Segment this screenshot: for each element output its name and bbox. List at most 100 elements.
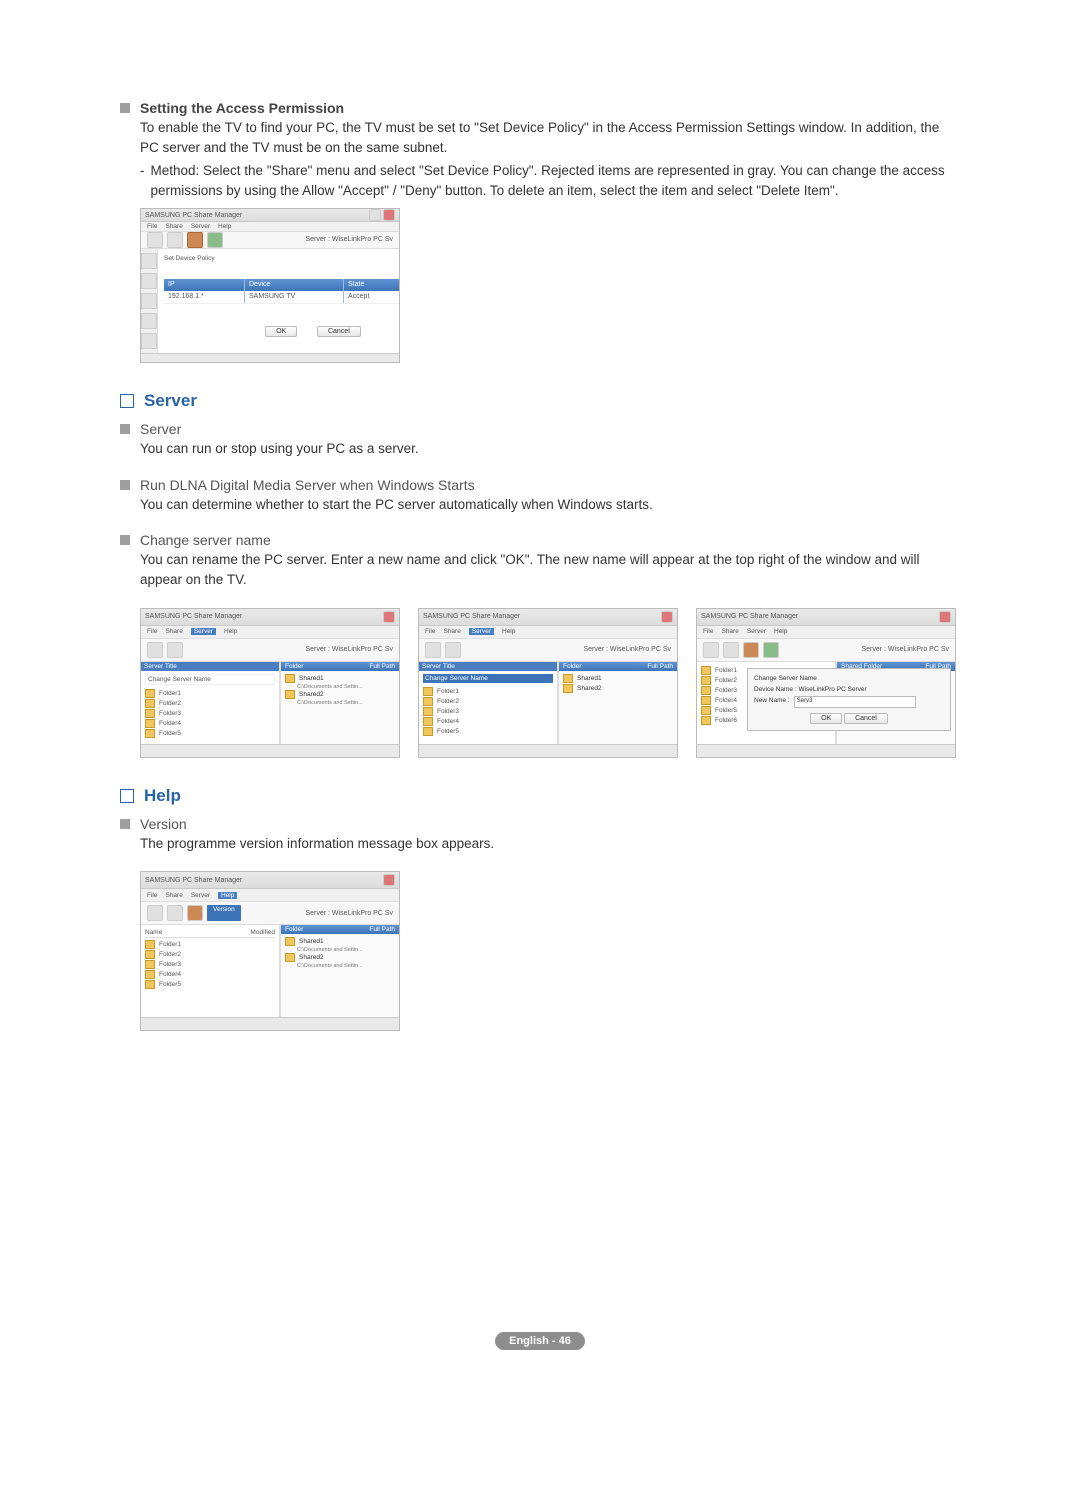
menu-share: Share: [165, 223, 182, 230]
status-bar: [141, 353, 399, 363]
list-item: Folder1: [145, 689, 275, 698]
folder-label: Folder1: [715, 667, 737, 674]
page-footer: English - 46: [120, 1331, 960, 1350]
window-close-icon: [383, 874, 395, 886]
folder-label: Folder5: [437, 728, 459, 735]
screenshot-rename-3: SAMSUNG PC Share Manager File Share Serv…: [696, 608, 956, 758]
menu-help: Help: [218, 223, 231, 230]
shared-path: C:\Documents and Settin...: [297, 963, 395, 969]
sidebar-icon: [141, 293, 157, 309]
access-permission-item: Setting the Access Permission To enable …: [120, 100, 960, 363]
window-close-icon: [939, 611, 951, 623]
list-item: Folder2: [145, 950, 275, 959]
menu-help: Help: [774, 628, 787, 635]
toolbar-icon: [703, 642, 719, 658]
menu-server-open: Server: [191, 628, 216, 635]
menu-file: File: [147, 628, 157, 635]
ok-button: OK: [810, 713, 842, 724]
toolbar-icon: [147, 905, 163, 921]
server-label: Server :: [583, 646, 608, 653]
new-name-input: Serv3: [794, 696, 916, 708]
shared-row: Shared1: [285, 674, 395, 683]
menu-share: Share: [165, 892, 182, 899]
ok-button: OK: [265, 326, 297, 337]
menu-file: File: [147, 892, 157, 899]
screenshot-version: SAMSUNG PC Share Manager File Share Serv…: [140, 871, 400, 1031]
panel-title: Set Device Policy: [164, 255, 400, 262]
folder-icon: [701, 666, 711, 675]
menu-server: Server: [191, 223, 210, 230]
menu-share: Share: [443, 628, 460, 635]
change-server-name-option: Change Server Name: [145, 674, 275, 685]
window-close-icon: [383, 611, 395, 623]
list-item: Folder5: [145, 980, 275, 989]
folder-icon: [145, 709, 155, 718]
menu-share: Share: [165, 628, 182, 635]
menu-file: File: [147, 223, 157, 230]
folder-label: Folder2: [715, 677, 737, 684]
run-dlna-title: Run DLNA Digital Media Server when Windo…: [140, 477, 475, 493]
window-title: SAMSUNG PC Share Manager: [145, 613, 242, 620]
folder-label: Folder3: [159, 710, 181, 717]
col-state: State: [344, 279, 400, 291]
run-dlna-body: You can determine whether to start the P…: [140, 495, 960, 515]
rename-dialog: Change Server Name Device Name : WiseLin…: [747, 668, 951, 731]
col-full-path: Full Path: [369, 663, 395, 670]
version-menu-item: Version: [207, 905, 241, 921]
device-name-label: Device Name :: [754, 686, 797, 693]
screenshot-rename-1: SAMSUNG PC Share Manager File Share Serv…: [140, 608, 400, 758]
sidebar-icon: [141, 273, 157, 289]
server-item-title: Server: [140, 421, 181, 437]
folder-icon: [701, 706, 711, 715]
shared-row: Shared2: [285, 953, 395, 962]
folder-icon: [701, 676, 711, 685]
dropdown-server-title: Server Title: [141, 662, 279, 671]
folder-label: Folder5: [159, 981, 181, 988]
status-bar: [697, 744, 955, 757]
folder-label: Folder3: [437, 708, 459, 715]
folder-label: Folder3: [715, 687, 737, 694]
square-bullet-icon: [120, 819, 130, 829]
folder-icon: [145, 960, 155, 969]
folder-icon: [701, 696, 711, 705]
new-name-label: New Name :: [754, 697, 790, 704]
window-close-icon: [383, 209, 395, 221]
change-name-body: You can rename the PC server. Enter a ne…: [140, 550, 960, 589]
status-bar: [141, 744, 399, 757]
device-name-value: WiseLinkPro PC Server: [798, 686, 866, 693]
version-body: The programme version information messag…: [140, 834, 960, 854]
folder-label: Folder5: [159, 730, 181, 737]
rename-screenshots-row: SAMSUNG PC Share Manager File Share Serv…: [140, 608, 960, 758]
list-item: Folder4: [145, 719, 275, 728]
sidebar-icon: [141, 333, 157, 349]
shared-name: Shared1: [299, 675, 324, 682]
refresh-icon: [187, 232, 203, 248]
folder-label: Folder1: [159, 941, 181, 948]
window-title: SAMSUNG PC Share Manager: [423, 613, 520, 620]
server-label: Server :: [861, 646, 886, 653]
col-folder: Folder: [285, 663, 303, 670]
folder-label: Folder5: [715, 707, 737, 714]
folder-icon: [145, 719, 155, 728]
cancel-button: Cancel: [317, 326, 361, 337]
list-item: Folder5: [145, 729, 275, 738]
shared-name: Shared2: [299, 954, 324, 961]
folder-icon: [285, 690, 295, 699]
menu-server-open: Server: [469, 628, 494, 635]
window-min-icon: [369, 209, 381, 221]
change-server-name-highlight: Change Server Name: [423, 674, 553, 683]
folder-label: Folder1: [159, 690, 181, 697]
folder-icon: [285, 953, 295, 962]
refresh-icon: [187, 905, 203, 921]
toolbar-icon: [425, 642, 441, 658]
folder-label: Folder2: [437, 698, 459, 705]
server-name: WiseLinkPro PC Sv: [610, 646, 671, 653]
col-folder: Folder: [285, 926, 303, 933]
shared-name: Shared2: [577, 685, 602, 692]
shared-name: Shared1: [299, 938, 324, 945]
folder-label: Folder4: [159, 971, 181, 978]
access-permission-body: To enable the TV to find your PC, the TV…: [140, 118, 960, 157]
folder-icon: [701, 686, 711, 695]
col-name: Name: [145, 929, 162, 936]
list-item: Folder3: [423, 707, 553, 716]
